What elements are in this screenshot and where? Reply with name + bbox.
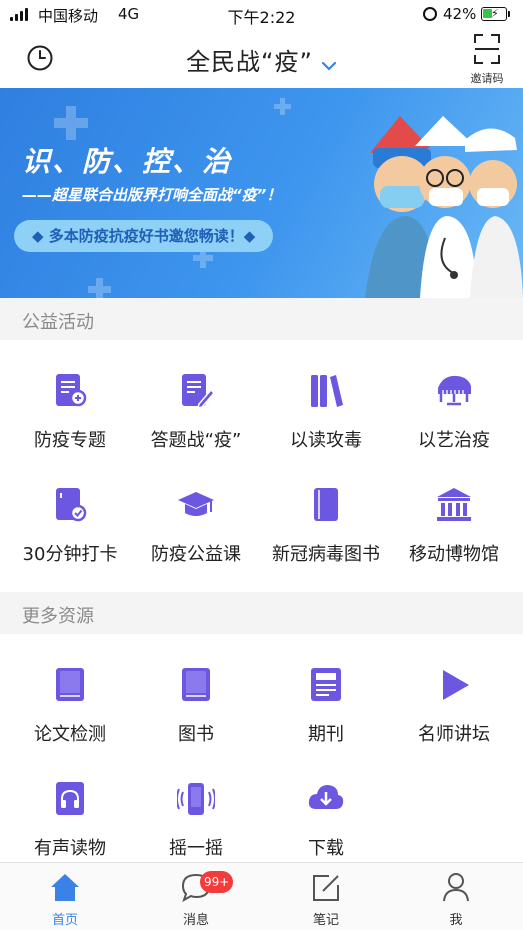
grid-item-books[interactable]: 图书: [131, 666, 261, 766]
bottom-tab-bar: 首页 消息 99+ 笔记 我: [0, 862, 523, 930]
tab-me[interactable]: 我: [391, 863, 521, 930]
tab-notes[interactable]: 笔记: [261, 863, 391, 930]
grid-item-art-vs-virus[interactable]: 以艺治疫: [389, 372, 519, 472]
page-title: 全民战“疫”: [186, 48, 313, 76]
books-icon: [311, 375, 343, 407]
paper-check-icon: [56, 668, 84, 701]
home-icon: [51, 874, 79, 901]
invite-code-label: 邀请码: [470, 72, 504, 85]
grid-item-journals[interactable]: 期刊: [261, 666, 391, 766]
section-title: 更多资源: [22, 606, 94, 627]
grid-item-label: 图书: [178, 724, 214, 745]
tab-messages[interactable]: 消息: [131, 863, 261, 930]
grid-item-label: 答题战“疫”: [150, 430, 242, 451]
grid-item-label: 新冠病毒图书: [272, 544, 380, 565]
play-icon: [443, 670, 469, 700]
section-header-more-resources: 更多资源: [0, 592, 523, 634]
quiz-icon: [182, 374, 215, 410]
museum-icon: [437, 488, 471, 521]
tab-home[interactable]: 首页: [0, 863, 130, 930]
grid-item-label: 防疫专题: [34, 430, 106, 451]
grid-item-label: 论文检测: [34, 724, 106, 745]
grid-item-label: 期刊: [308, 724, 344, 745]
grid-item-30min-checkin[interactable]: 30分钟打卡: [5, 486, 135, 586]
grid-item-epidemic-topic[interactable]: 防疫专题: [5, 372, 135, 472]
section-title: 公益活动: [22, 312, 94, 333]
grid-item-label: 移动博物馆: [409, 544, 499, 565]
medical-workers-illustration: [365, 116, 523, 298]
rotation-lock-icon: [423, 7, 437, 21]
tab-label: 首页: [51, 913, 78, 928]
banner-pill: ◆ 多本防疫抗疫好书邀您畅读！◆: [14, 220, 274, 252]
note-icon: [313, 875, 339, 901]
grid-item-read-vs-virus[interactable]: 以读攻毒: [261, 372, 391, 472]
audiobook-icon: [56, 782, 84, 815]
title-dropdown[interactable]: 全民战“疫”: [0, 42, 523, 77]
checkin-book-icon: [56, 488, 87, 522]
tab-label: 消息: [182, 913, 209, 928]
cloud-download-icon: [308, 785, 344, 809]
book-icon: [314, 488, 338, 521]
shake-phone-icon: [177, 783, 215, 815]
grid-item-label: 以读攻毒: [290, 430, 362, 451]
scan-icon: [474, 34, 500, 64]
battery-icon: ⚡: [481, 7, 507, 21]
grid-item-label: 摇一摇: [169, 838, 223, 859]
grid-item-welfare-course[interactable]: 防疫公益课: [131, 486, 261, 586]
invite-code-button[interactable]: 邀请码: [462, 34, 512, 85]
tab-label: 我: [449, 913, 463, 928]
piano-icon: [438, 375, 471, 406]
grid-item-covid-books[interactable]: 新冠病毒图书: [261, 486, 391, 586]
promo-banner[interactable]: 识、防、控、治 ——超星联合出版界打响全面战“疫”！ ◆ 多本防疫抗疫好书邀您畅…: [0, 88, 523, 298]
battery-percent: 42%: [443, 5, 477, 23]
chevron-down-icon: [321, 56, 337, 75]
journal-icon: [311, 668, 341, 701]
section-header-public-welfare: 公益活动: [0, 298, 523, 340]
grid-item-label: 名师讲坛: [418, 724, 490, 745]
grid-item-label: 30分钟打卡: [22, 544, 118, 565]
banner-subline: ——超星联合出版界打响全面战“疫”！: [22, 186, 282, 204]
person-icon: [443, 873, 469, 902]
grid-item-mobile-museum[interactable]: 移动博物馆: [389, 486, 519, 586]
graduation-cap-icon: [178, 492, 214, 516]
grid-item-label: 防疫公益课: [151, 544, 241, 565]
status-bar: 中国移动 4G 下午2:22 42% ⚡: [0, 0, 523, 30]
book-icon: [182, 668, 210, 701]
battery-tip: [508, 11, 510, 17]
grid-item-paper-check[interactable]: 论文检测: [5, 666, 135, 766]
banner-headline: 识、防、控、治: [22, 145, 233, 178]
grid-item-quiz[interactable]: 答题战“疫”: [131, 372, 261, 472]
grid-item-label: 下载: [308, 838, 344, 859]
grid-item-label: 有声读物: [34, 838, 106, 859]
navbar: 全民战“疫” 邀请码: [0, 30, 523, 88]
grid-item-label: 以艺治疫: [418, 430, 490, 451]
tab-label: 笔记: [312, 913, 339, 928]
unread-badge: 99+: [200, 871, 234, 893]
grid-item-master-lectures[interactable]: 名师讲坛: [389, 666, 519, 766]
epidemic-topic-icon: [56, 374, 87, 407]
